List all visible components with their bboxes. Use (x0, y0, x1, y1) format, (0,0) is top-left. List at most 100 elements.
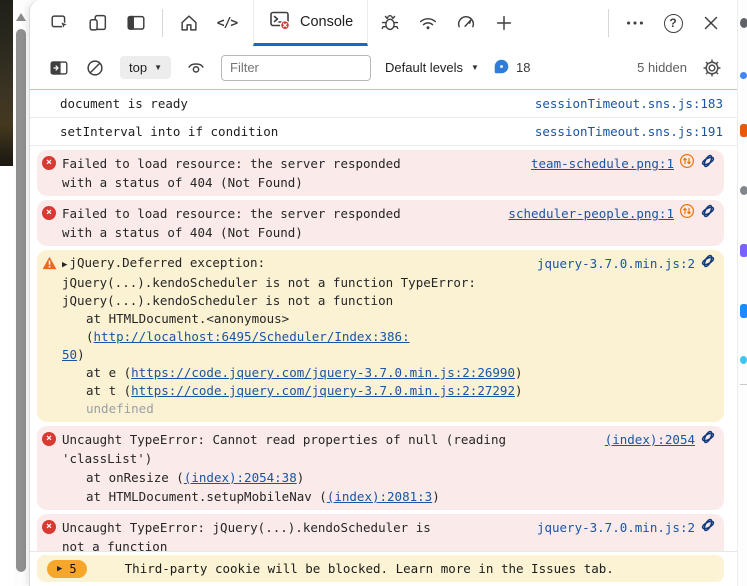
error-text: not a function (62, 537, 532, 551)
filter-input[interactable] (221, 55, 371, 81)
tab-console[interactable]: Console (253, 0, 368, 46)
error-text: 'classList') (62, 449, 600, 468)
inspect-icon[interactable] (48, 11, 72, 35)
javascript-context-selector[interactable]: top ▼ (120, 56, 171, 79)
chevron-down-icon: ▼ (154, 63, 162, 72)
edge-sidebar-icon-blue[interactable] (740, 304, 747, 318)
copilot-explain-icon[interactable] (700, 253, 716, 274)
stack-link[interactable]: https://code.jquery.com/jquery-3.7.0.min… (131, 365, 515, 380)
error-text: Failed to load resource: the server resp… (62, 204, 503, 223)
stack-frame: at HTMLDocument.<anonymous> (http://loca… (62, 310, 532, 346)
issues-counter[interactable]: 18 (493, 58, 530, 78)
console-settings-gear-icon[interactable] (701, 57, 723, 79)
edge-sidebar-icon-orange[interactable] (740, 124, 747, 137)
issues-count: 18 (516, 60, 530, 75)
close-devtools-icon[interactable] (699, 11, 723, 35)
source-link[interactable]: jquery-3.7.0.min.js:2 (537, 255, 695, 273)
layout-panel-icon[interactable] (124, 11, 148, 35)
source-link[interactable]: sessionTimeout.sns.js:183 (535, 96, 723, 111)
error-text: Uncaught TypeError: Cannot read properti… (62, 430, 600, 449)
clear-console-icon[interactable] (84, 57, 106, 79)
stack-frame: at t (https://code.jquery.com/jquery-3.7… (62, 382, 532, 418)
edge-sidebar-icon-cyan[interactable] (740, 356, 747, 364)
hidden-messages-count: 5 hidden (637, 60, 687, 75)
source-code-tab-icon[interactable]: </> (215, 11, 239, 35)
context-value: top (129, 60, 147, 75)
scrollbar-thumb[interactable] (16, 29, 26, 572)
debug-icon[interactable] (378, 11, 402, 35)
source-link[interactable]: sessionTimeout.sns.js:191 (535, 124, 723, 139)
add-tools-icon[interactable] (492, 11, 516, 35)
error-icon: × (42, 156, 56, 170)
warning-text: jQuery(...).kendoScheduler is not a func… (62, 274, 532, 292)
console-tab-icon (268, 8, 292, 36)
stack-link[interactable]: 50 (62, 347, 77, 362)
issues-bubble-icon (493, 58, 510, 78)
undefined-result: undefined (86, 401, 154, 416)
stack-frame: at e (https://code.jquery.com/jquery-3.7… (62, 364, 532, 382)
copilot-explain-icon[interactable] (700, 203, 716, 224)
stack-frame: at onResize ((index):2054:38) (62, 468, 600, 487)
network-request-icon[interactable] (679, 153, 695, 174)
page-background-image (0, 0, 13, 166)
console-sidebar-toggle-icon[interactable] (48, 57, 70, 79)
log-text: setInterval into if condition (60, 124, 278, 139)
cookie-warning-bar: ▶ 5 Third-party cookie will be blocked. … (37, 555, 724, 582)
log-text: document is ready (60, 96, 188, 111)
console-footer: ▶ 5 Third-party cookie will be blocked. … (30, 551, 737, 586)
console-log-row: setInterval into if condition sessionTim… (30, 118, 737, 146)
more-options-icon[interactable] (623, 11, 647, 35)
console-toolbar: top ▼ Default levels ▼ 18 5 hidden (30, 46, 737, 90)
warning-icon (42, 256, 57, 418)
source-link[interactable]: scheduler-people.png:1 (508, 204, 674, 223)
edge-sidebar-icon-dot[interactable] (740, 72, 747, 79)
source-link[interactable]: (index):2054 (605, 430, 695, 449)
help-icon[interactable]: ? (661, 11, 685, 35)
error-text: with a status of 404 (Not Found) (62, 173, 526, 192)
source-link[interactable]: team-schedule.png:1 (531, 154, 674, 173)
devtools-panel: </> Console (29, 0, 737, 586)
console-warning-message: ▶jQuery.Deferred exception: jQuery(...).… (37, 250, 724, 422)
copilot-explain-icon[interactable] (700, 517, 716, 538)
console-error-message: × Failed to load resource: the server re… (37, 150, 724, 196)
edge-sidebar-divider (740, 384, 747, 385)
console-error-message: × Failed to load resource: the server re… (37, 200, 724, 246)
error-icon: × (42, 206, 56, 220)
home-tab-icon[interactable] (177, 11, 201, 35)
source-link[interactable]: jquery-3.7.0.min.js:2 (537, 518, 695, 537)
network-icon[interactable] (416, 11, 440, 35)
console-error-message: × Uncaught TypeError: Cannot read proper… (37, 426, 724, 510)
scrollbar-up-arrow-icon[interactable] (16, 13, 26, 21)
performance-icon[interactable] (454, 11, 478, 35)
console-error-message: × Uncaught TypeError: jQuery(...).kendoS… (37, 514, 724, 551)
edge-sidebar-icon-purple[interactable] (740, 244, 747, 257)
cookie-warning-text: Third-party cookie will be blocked. Lear… (125, 561, 614, 576)
console-tab-label: Console (300, 14, 353, 30)
chevron-down-icon: ▼ (471, 63, 479, 72)
cookie-issue-count: 5 (69, 562, 76, 576)
network-request-icon[interactable] (679, 203, 695, 224)
stack-link[interactable]: http://localhost:6495/Scheduler/Index:38… (94, 329, 410, 344)
stack-link[interactable]: (index):2054:38 (184, 470, 297, 485)
stack-frame: at HTMLDocument.setupMobileNav ((index):… (62, 487, 600, 506)
toolbar-divider (608, 9, 609, 37)
device-emulation-icon[interactable] (86, 11, 110, 35)
stack-link[interactable]: (index):2081:3 (327, 489, 432, 504)
levels-label: Default levels (385, 60, 463, 75)
copilot-explain-icon[interactable] (700, 429, 716, 450)
error-icon: × (42, 432, 56, 446)
copilot-explain-icon[interactable] (700, 153, 716, 174)
warning-title: jQuery.Deferred exception: (69, 255, 265, 270)
edge-sidebar-strip (737, 0, 747, 586)
stack-frame: 50) (62, 346, 532, 364)
log-levels-dropdown[interactable]: Default levels ▼ (385, 60, 479, 75)
stack-link[interactable]: https://code.jquery.com/jquery-3.7.0.min… (131, 383, 515, 398)
page-scrollbar[interactable] (13, 0, 29, 586)
edge-sidebar-icon-profile[interactable] (740, 18, 747, 28)
edge-sidebar-icon-gray[interactable] (740, 186, 747, 195)
warning-text: jQuery(...).kendoScheduler is not a func… (62, 292, 532, 310)
console-log-row: document is ready sessionTimeout.sns.js:… (30, 90, 737, 118)
cookie-issue-badge[interactable]: ▶ 5 (47, 560, 87, 578)
expand-arrow-icon[interactable]: ▶ (62, 260, 67, 270)
live-expression-eye-icon[interactable] (185, 57, 207, 79)
